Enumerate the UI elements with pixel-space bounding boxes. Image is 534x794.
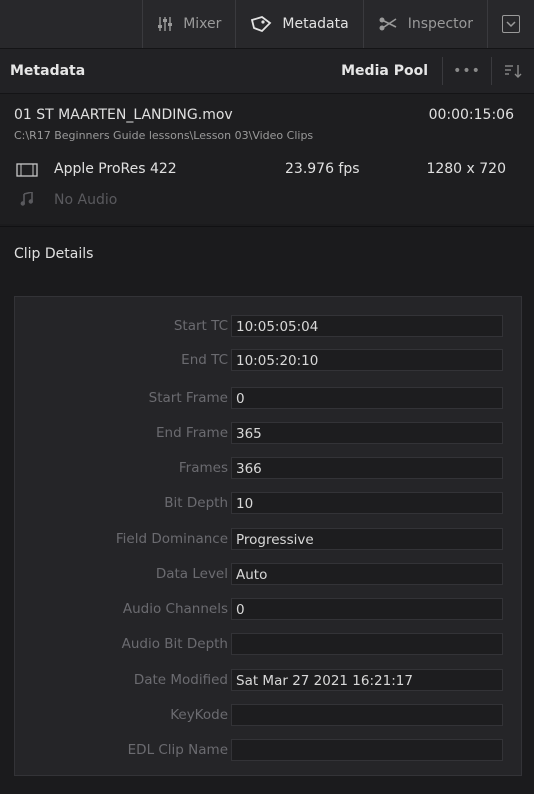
clip-name: 01 ST MAARTEN_LANDING.mov (14, 107, 233, 123)
field-label: End Frame (155, 425, 228, 441)
field-row-date-modified: Date Modified Sat Mar 27 2021 16:21:17 (15, 669, 521, 693)
field-row-edl-clip-name: EDL Clip Name (15, 739, 521, 763)
field-label: Frames (178, 460, 228, 476)
tab-mixer-label: Mixer (183, 16, 222, 32)
more-options-button[interactable]: ••• (443, 63, 491, 79)
field-label: Start TC (173, 318, 228, 334)
field-dominance-field[interactable]: Progressive (231, 528, 503, 550)
field-label: Audio Bit Depth (121, 636, 228, 652)
panel-title: Metadata (10, 63, 86, 79)
inspector-icon (378, 16, 398, 32)
metadata-tag-icon (250, 16, 272, 32)
audio-channels-field[interactable]: 0 (231, 598, 503, 620)
panel-header: Metadata Media Pool ••• (0, 49, 534, 94)
field-row-end-frame: End Frame 365 (15, 422, 521, 446)
field-label: Audio Channels (122, 601, 228, 617)
tab-metadata-label: Metadata (282, 16, 349, 32)
field-row-audio-channels: Audio Channels 0 (15, 598, 521, 622)
field-label: Bit Depth (164, 495, 228, 511)
field-row-audio-bit-depth: Audio Bit Depth (15, 633, 521, 657)
frames-field[interactable]: 366 (231, 457, 503, 479)
field-row-start-frame: Start Frame 0 (15, 387, 521, 411)
clip-audio: No Audio (54, 192, 118, 208)
bit-depth-field[interactable]: 10 (231, 492, 503, 514)
field-row-keykode: KeyKode (15, 704, 521, 728)
field-label: Start Frame (148, 390, 228, 406)
field-label: Data Level (155, 566, 228, 582)
date-modified-field[interactable]: Sat Mar 27 2021 16:21:17 (231, 669, 503, 691)
clip-resolution: 1280 x 720 (426, 161, 506, 177)
data-level-field[interactable]: Auto (231, 563, 503, 585)
field-label: KeyKode (170, 707, 228, 723)
field-row-data-level: Data Level Auto (15, 563, 521, 587)
chevron-down-icon (502, 15, 520, 33)
start-tc-field[interactable]: 10:05:05:04 (231, 315, 503, 337)
field-row-frames: Frames 366 (15, 457, 521, 481)
divider (0, 226, 534, 227)
section-title: Clip Details (14, 246, 94, 262)
field-label: Date Modified (133, 672, 228, 688)
clip-duration: 00:00:15:06 (428, 107, 514, 123)
tab-mixer[interactable]: Mixer (142, 0, 235, 48)
sort-icon[interactable] (492, 64, 534, 78)
field-label: EDL Clip Name (127, 742, 228, 758)
media-pool-selector[interactable]: Media Pool (341, 63, 442, 79)
field-label: Field Dominance (115, 531, 228, 547)
tab-metadata[interactable]: Metadata (235, 0, 362, 48)
clip-info: 01 ST MAARTEN_LANDING.mov 00:00:15:06 C:… (0, 94, 534, 224)
field-label: End TC (181, 352, 228, 368)
film-icon (16, 163, 38, 181)
clip-fps: 23.976 fps (285, 161, 360, 177)
tab-bar: Mixer Metadata Inspector (0, 0, 534, 49)
metadata-panel: Mixer Metadata Inspector Metadata Media … (0, 0, 534, 794)
clip-path: C:\R17 Beginners Guide lessons\Lesson 03… (14, 129, 314, 142)
field-row-start-tc: Start TC 10:05:05:04 (15, 315, 521, 339)
field-row-bit-depth: Bit Depth 10 (15, 492, 521, 516)
end-frame-field[interactable]: 365 (231, 422, 503, 444)
panel-toggle-button[interactable] (487, 0, 534, 48)
mixer-icon (157, 16, 173, 32)
keykode-field[interactable] (231, 704, 503, 726)
audio-bit-depth-field[interactable] (231, 633, 503, 655)
music-note-icon (20, 190, 34, 210)
field-row-end-tc: End TC 10:05:20:10 (15, 349, 521, 373)
start-frame-field[interactable]: 0 (231, 387, 503, 409)
clip-details-panel: Start TC 10:05:05:04 End TC 10:05:20:10 … (14, 296, 522, 776)
tab-inspector[interactable]: Inspector (362, 0, 487, 48)
edl-clip-name-field[interactable] (231, 739, 503, 761)
tab-inspector-label: Inspector (407, 16, 473, 32)
clip-codec: Apple ProRes 422 (54, 161, 177, 177)
field-row-field-dominance: Field Dominance Progressive (15, 528, 521, 552)
end-tc-field[interactable]: 10:05:20:10 (231, 349, 503, 371)
